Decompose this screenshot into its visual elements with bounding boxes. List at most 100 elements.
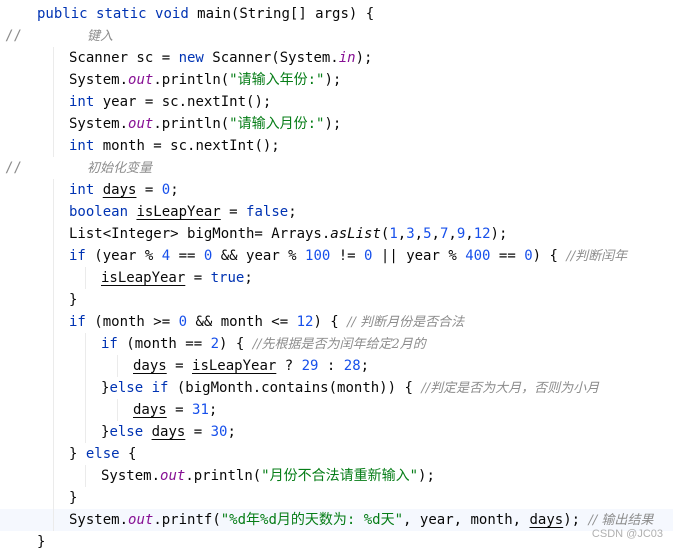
code-line[interactable]: Scanner sc = new Scanner(System.in);	[0, 47, 673, 69]
indent-guide	[53, 421, 54, 443]
code-text: }	[37, 531, 45, 548]
code-line[interactable]: System.out.printf("%d年%d月的天数为: %d天", yea…	[0, 509, 673, 531]
code-token: if	[69, 314, 86, 330]
code-text: 初始化变量	[87, 157, 152, 180]
indent-guide	[53, 179, 54, 201]
code-line[interactable]: int year = sc.nextInt();	[0, 91, 673, 113]
indent-guide	[53, 487, 54, 509]
code-line[interactable]: }else if (bigMonth.contains(month)) { //…	[0, 377, 673, 399]
code-token: ,	[448, 226, 457, 242]
indent-guide	[53, 113, 54, 135]
indent-guide	[53, 201, 54, 223]
code-token: isLeapYear	[101, 270, 186, 286]
code-token: , year, month,	[403, 512, 530, 528]
code-line[interactable]: boolean isLeapYear = false;	[0, 201, 673, 223]
code-text: }else days = 30;	[101, 421, 236, 443]
code-line[interactable]: public static void main(String[] args) {	[0, 3, 673, 25]
code-token: 0	[524, 248, 533, 264]
code-line[interactable]: System.out.println("请输入月份:");	[0, 113, 673, 135]
code-line[interactable]: if (month >= 0 && month <= 12) { // 判断月份…	[0, 311, 673, 333]
code-text: days = isLeapYear ? 29 : 28;	[133, 355, 369, 377]
code-token: ;	[360, 358, 370, 374]
code-token: System.	[69, 512, 129, 528]
code-token: days	[133, 402, 167, 418]
indent-guide	[53, 399, 54, 421]
code-text: List<Integer> bigMonth= Arrays.asList(1,…	[69, 223, 507, 245]
code-line[interactable]: // 初始化变量	[0, 157, 673, 179]
code-line[interactable]: isLeapYear = true;	[0, 267, 673, 289]
code-line[interactable]: }	[0, 531, 673, 548]
code-token: asList	[330, 226, 381, 242]
code-token: int	[69, 182, 95, 198]
code-token: .println(	[153, 72, 230, 88]
code-token: }	[37, 534, 46, 548]
code-token: ) {	[532, 248, 567, 264]
code-token: 9	[456, 226, 466, 242]
code-token: else	[85, 446, 120, 462]
code-token: Scanner(System.	[203, 50, 339, 66]
code-token: ==	[490, 248, 525, 264]
code-line[interactable]: System.out.println("月份不合法请重新输入");	[0, 465, 673, 487]
code-line[interactable]: if (month == 2) { //先根据是否为闰年给定2月的	[0, 333, 673, 355]
code-token: if	[101, 336, 118, 352]
code-token: 2	[210, 336, 220, 352]
code-token: main(String[] args) {	[188, 6, 375, 22]
code-text: days = 31;	[133, 399, 217, 421]
indent-guide	[53, 311, 54, 333]
indent-guide	[53, 267, 54, 289]
code-line[interactable]: }	[0, 487, 673, 509]
code-token: 5	[423, 226, 432, 242]
indent-guide	[85, 377, 86, 399]
code-text: }else if (bigMonth.contains(month)) { //…	[101, 377, 599, 400]
code-token: !=	[330, 248, 365, 264]
code-line[interactable]: int month = sc.nextInt();	[0, 135, 673, 157]
code-token: =	[166, 402, 193, 418]
indent-guide	[117, 399, 118, 421]
code-line[interactable]: days = 31;	[0, 399, 673, 421]
code-line[interactable]: if (year % 4 == 0 && year % 100 != 0 || …	[0, 245, 673, 267]
code-token: static	[96, 6, 147, 22]
code-token: ==	[170, 248, 204, 264]
code-line[interactable]: // 键入	[0, 25, 673, 47]
code-comment: //先根据是否为闰年给定2月的	[252, 337, 426, 352]
code-text: System.out.printf("%d年%d月的天数为: %d天", yea…	[69, 509, 653, 532]
indent-guide	[53, 69, 54, 91]
code-token: ;	[244, 270, 253, 286]
code-token: =	[185, 270, 211, 286]
code-text: int month = sc.nextInt();	[69, 135, 280, 157]
code-line[interactable]: List<Integer> bigMonth= Arrays.asList(1,…	[0, 223, 673, 245]
code-text: if (month == 2) { //先根据是否为闰年给定2月的	[101, 333, 426, 356]
code-token: }	[69, 446, 86, 462]
code-token: true	[210, 270, 245, 286]
code-token: isLeapYear	[192, 358, 277, 374]
code-comment: // 输出结果	[588, 513, 654, 528]
code-text: boolean isLeapYear = false;	[69, 201, 297, 223]
indent-guide	[53, 509, 54, 531]
code-token: boolean	[69, 204, 129, 220]
code-token: 29	[301, 358, 319, 374]
code-token: int	[69, 138, 95, 154]
code-line[interactable]: days = isLeapYear ? 29 : 28;	[0, 355, 673, 377]
code-text: if (year % 4 == 0 && year % 100 != 0 || …	[69, 245, 627, 268]
code-token: );	[324, 116, 342, 132]
code-token: 28	[343, 358, 361, 374]
code-line[interactable]: }	[0, 289, 673, 311]
code-line[interactable]: }else days = 30;	[0, 421, 673, 443]
code-token: int	[69, 94, 95, 110]
code-token: 30	[210, 424, 228, 440]
code-token: ) {	[313, 314, 348, 330]
indent-guide	[85, 267, 86, 289]
code-comment: //判断闰年	[566, 249, 628, 264]
code-token: =	[166, 358, 193, 374]
code-line[interactable]: } else {	[0, 443, 673, 465]
code-line[interactable]: int days = 0;	[0, 179, 673, 201]
code-text: 键入	[87, 25, 113, 48]
code-token: (year %	[85, 248, 162, 264]
code-editor[interactable]: public static void main(String[] args) {…	[0, 0, 673, 548]
code-token: ,	[397, 226, 407, 242]
code-line[interactable]: System.out.println("请输入年份:");	[0, 69, 673, 91]
code-token: 31	[192, 402, 209, 418]
